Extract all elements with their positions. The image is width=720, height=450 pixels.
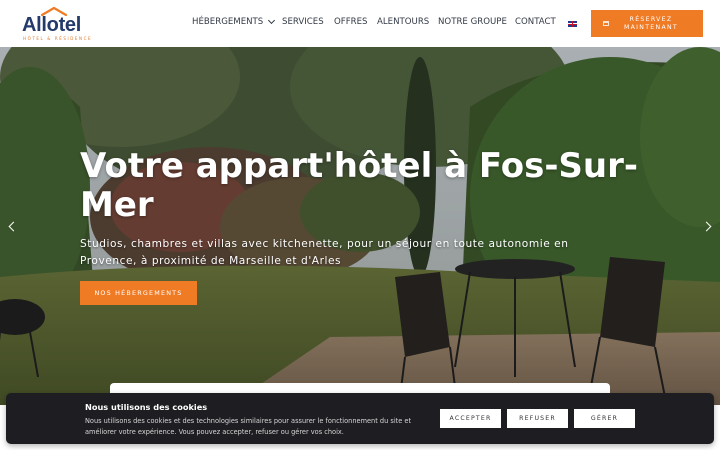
nav-item-alentours[interactable]: ALENTOURS	[377, 17, 429, 27]
nav-item-label: OFFRES	[334, 17, 368, 27]
nav-item-offres[interactable]: OFFRES	[334, 17, 368, 27]
site-header: Allotel HÔTEL & RÉSIDENCE HÉBERGEMENTS S…	[0, 0, 720, 47]
reserve-button-label: RÉSERVEZ MAINTENANT	[624, 15, 678, 31]
manage-cookies-button[interactable]: GÉRER	[574, 409, 635, 428]
our-accommodations-button[interactable]: NOS HÉBERGEMENTS	[80, 281, 197, 305]
page: Allotel HÔTEL & RÉSIDENCE HÉBERGEMENTS S…	[0, 0, 720, 450]
nav-item-notre-groupe[interactable]: NOTRE GROUPE	[438, 17, 507, 27]
nav-item-label: HÉBERGEMENTS	[192, 17, 264, 27]
cookie-banner: Nous utilisons des cookies Nous utilison…	[6, 393, 714, 444]
cookie-text: Nous utilisons des cookies et des techno…	[85, 417, 412, 436]
cookie-title: Nous utilisons des cookies	[85, 402, 208, 412]
nav-item-services[interactable]: SERVICES	[282, 17, 324, 27]
nav-item-label: CONTACT	[515, 17, 556, 27]
accept-cookies-button[interactable]: ACCEPTER	[440, 409, 501, 428]
logo-name: Allotel	[22, 14, 82, 36]
hero-slider: Votre appart'hôtel à Fos-Sur-Mer Studios…	[0, 47, 720, 405]
uk-flag-icon[interactable]	[568, 21, 577, 27]
hero-subtitle: Studios, chambres et villas avec kitchen…	[80, 238, 569, 267]
nav-item-label: ALENTOURS	[377, 17, 430, 27]
nav-item-label: NOTRE GROUPE	[438, 17, 507, 27]
logo-tagline: HÔTEL & RÉSIDENCE	[23, 36, 93, 41]
calendar-icon	[603, 21, 609, 26]
nav-item-contact[interactable]: CONTACT	[515, 17, 556, 27]
chevron-down-icon	[268, 16, 276, 25]
allotel-logo[interactable]: Allotel HÔTEL & RÉSIDENCE	[20, 6, 91, 42]
nav-item-label: SERVICES	[282, 17, 324, 27]
refuse-cookies-button[interactable]: REFUSER	[507, 409, 568, 428]
hero-title: Votre appart'hôtel à Fos-Sur-Mer	[80, 146, 638, 225]
reserve-button[interactable]: RÉSERVEZ MAINTENANT	[591, 10, 703, 37]
nav-item-hebergements[interactable]: HÉBERGEMENTS	[192, 16, 276, 27]
